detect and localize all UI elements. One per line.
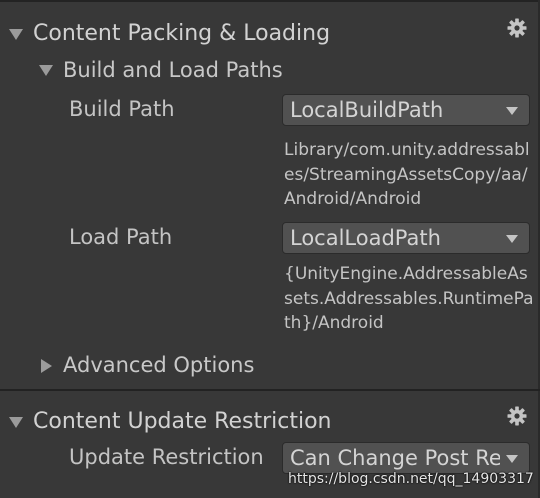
top-edge [0,0,540,2]
update-restriction-label: Update Restriction [69,445,264,469]
section-header-content-packing[interactable]: Content Packing & Loading [33,21,330,46]
build-path-resolved: Library/com.unity.addressables/Streaming… [284,140,530,209]
dropdown-arrow-icon [506,107,518,115]
update-restriction-selected: Can Change Post Release [290,446,500,470]
load-path-resolved: {UnityEngine.AddressableAssets.Addressab… [284,264,534,333]
dropdown-arrow-icon [506,235,518,243]
section-foldout-expanded-icon[interactable] [9,417,23,428]
section-header-content-update[interactable]: Content Update Restriction [33,409,331,434]
group-foldout-expanded-icon[interactable] [39,65,53,76]
watermark-url: https://blog.csdn.net/qq_14903317 [288,471,534,487]
load-path-label: Load Path [69,225,173,249]
build-path-selected: LocalBuildPath [290,98,444,122]
advanced-foldout-collapsed-icon[interactable] [41,359,52,373]
dropdown-arrow-icon [506,455,518,463]
update-restriction-dropdown[interactable]: Can Change Post Release [282,442,530,474]
section-divider [0,389,540,391]
group-title-build-load-paths[interactable]: Build and Load Paths [63,58,283,82]
gear-icon[interactable] [507,406,527,426]
build-path-dropdown[interactable]: LocalBuildPath [282,94,530,126]
build-path-label: Build Path [69,97,175,121]
gear-icon[interactable] [507,18,527,38]
load-path-dropdown[interactable]: LocalLoadPath [282,222,530,254]
section-foldout-expanded-icon[interactable] [9,29,23,40]
advanced-options-foldout[interactable]: Advanced Options [63,353,254,377]
load-path-selected: LocalLoadPath [290,226,441,250]
